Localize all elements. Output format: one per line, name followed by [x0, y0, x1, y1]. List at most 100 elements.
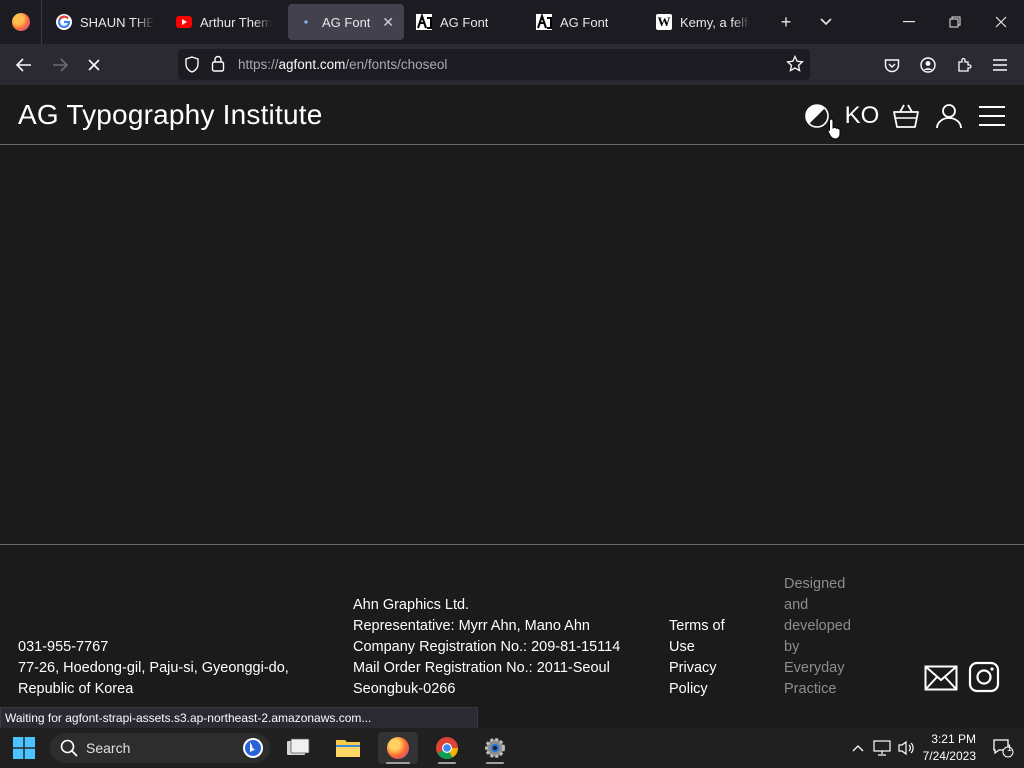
firefox-icon — [387, 737, 409, 759]
search-placeholder: Search — [86, 740, 131, 756]
tab-title: SHAUN THE SHEEP — [80, 14, 154, 30]
tab-arthur-theme[interactable]: Arthur Theme — [166, 4, 282, 40]
forward-arrow-icon[interactable] — [47, 52, 73, 78]
account-icon[interactable] — [915, 52, 941, 78]
cart-basket-icon[interactable] — [892, 101, 920, 131]
language-toggle[interactable]: KO — [845, 101, 880, 131]
url-host: agfont.com — [278, 57, 346, 72]
network-icon[interactable] — [872, 732, 892, 764]
lock-icon[interactable] — [211, 55, 225, 77]
site-menu-hamburger-icon[interactable] — [978, 101, 1006, 131]
stop-loading-icon[interactable] — [81, 52, 107, 78]
site-footer: 031-955-7767 77-26, Hoedong-gil, Paju-si… — [0, 544, 1024, 710]
tab-ag-font-2[interactable]: AG Font — [406, 4, 522, 40]
footer-phone: 031-955-7767 — [18, 639, 109, 655]
taskbar-search-box[interactable]: Search — [50, 733, 270, 763]
new-tab-plus-icon[interactable]: + — [774, 10, 798, 34]
terms-line2: Use — [669, 639, 695, 655]
credit-word: by — [784, 639, 800, 655]
terms-line1: Terms of — [669, 618, 725, 634]
close-window-icon[interactable] — [989, 10, 1013, 34]
footer-address-line2: Republic of Korea — [18, 681, 134, 697]
browser-status-text: Waiting for agfont-strapi-assets.s3.ap-n… — [0, 707, 478, 729]
privacy-line1: Privacy — [669, 660, 717, 676]
web-page: AG Typography Institute KO 031-955-7767 … — [0, 85, 1024, 710]
restore-icon[interactable] — [943, 10, 967, 34]
search-icon — [60, 739, 78, 760]
tab-ag-font-active[interactable]: AG Font ✕ — [288, 4, 404, 40]
chrome-taskbar-icon[interactable] — [430, 732, 464, 764]
instagram-icon[interactable] — [968, 661, 1000, 698]
wikipedia-icon: W — [656, 14, 672, 30]
settings-gear-icon[interactable] — [478, 732, 512, 764]
youtube-icon — [176, 14, 192, 30]
app-menu-hamburger-icon[interactable] — [987, 52, 1013, 78]
footer-credit-link[interactable]: Designed and developed by Everyday Pract… — [784, 574, 851, 700]
close-tab-icon[interactable]: ✕ — [382, 14, 394, 31]
loading-icon — [298, 14, 314, 30]
footer-company-name: Ahn Graphics Ltd. — [353, 597, 470, 613]
url-path: /en/fonts/choseol — [345, 57, 448, 72]
list-tabs-chevron-icon[interactable] — [814, 10, 838, 34]
running-app-indicator — [438, 762, 456, 764]
url-text[interactable]: https://agfont.com/en/fonts/choseol — [238, 57, 447, 72]
mouse-pointer-icon — [827, 118, 841, 145]
footer-representative: Representative: Myrr Ahn, Mano Ahn — [353, 618, 590, 634]
file-explorer-icon[interactable] — [332, 732, 364, 764]
email-envelope-icon[interactable] — [924, 665, 958, 696]
tab-shaun-the-sheep[interactable]: SHAUN THE SHEEP — [46, 4, 164, 40]
notification-center-icon[interactable]: 1 — [988, 732, 1018, 764]
footer-company-registration: Company Registration No.: 209-81-15114 — [353, 639, 621, 655]
user-account-icon[interactable] — [935, 101, 963, 131]
firefox-icon — [11, 13, 30, 31]
url-protocol: https:// — [238, 57, 279, 72]
firefox-menu-button[interactable] — [0, 0, 42, 44]
credit-word: and — [784, 597, 809, 613]
credit-word: Practice — [784, 681, 837, 697]
address-bar[interactable]: https://agfont.com/en/fonts/choseol — [178, 49, 810, 80]
browser-tab-strip: SHAUN THE SHEEP Arthur Theme AG Font ✕ A… — [0, 0, 1024, 44]
footer-mail-order-line2: Seongbuk-0266 — [353, 681, 456, 697]
ag-icon — [416, 14, 432, 30]
tab-title: AG Font — [440, 14, 489, 30]
footer-mail-order-line1: Mail Order Registration No.: 2011-Seoul — [353, 660, 610, 676]
start-windows-icon[interactable] — [8, 732, 40, 764]
tab-kemy-wikipedia[interactable]: W Kemy, a felfedező — [646, 4, 760, 40]
back-arrow-icon[interactable] — [11, 52, 37, 78]
firefox-taskbar-icon[interactable] — [378, 732, 418, 764]
notification-count-badge: 1 — [1007, 743, 1013, 753]
active-app-indicator — [386, 762, 410, 764]
pocket-icon[interactable] — [879, 52, 905, 78]
tab-title: Kemy, a felfedező — [680, 14, 750, 30]
extensions-icon[interactable] — [951, 52, 977, 78]
minimize-icon[interactable] — [897, 10, 921, 34]
footer-links: Terms of Use Privacy Policy — [669, 616, 725, 700]
tab-title: Arthur Theme — [200, 14, 272, 30]
tab-title: AG Font — [322, 14, 371, 30]
browser-nav-bar: https://agfont.com/en/fonts/choseol — [0, 44, 1024, 85]
tab-ag-font-3[interactable]: AG Font — [526, 4, 642, 40]
clock-date: 7/24/2023 — [922, 749, 976, 763]
credit-word: developed — [784, 618, 851, 634]
tab-title: AG Font — [560, 14, 609, 30]
task-view-icon[interactable] — [282, 732, 314, 764]
footer-contact: 031-955-7767 77-26, Hoedong-gil, Paju-si… — [18, 637, 289, 700]
windows-taskbar: Search 3:21 PM 7/24/2023 1 — [0, 728, 1024, 768]
credit-word: Everyday — [784, 660, 845, 676]
credit-word: Designed — [784, 576, 846, 592]
privacy-line2: Policy — [669, 681, 708, 697]
privacy-policy-link[interactable]: Privacy Policy — [669, 658, 725, 700]
bookmark-star-icon[interactable] — [786, 54, 804, 78]
site-title-link[interactable]: AG Typography Institute — [18, 99, 322, 131]
tracking-shield-icon[interactable] — [184, 56, 200, 78]
terms-of-use-link[interactable]: Terms of Use — [669, 616, 725, 658]
running-app-indicator — [486, 762, 504, 764]
volume-speaker-icon[interactable] — [896, 732, 916, 764]
site-header: AG Typography Institute KO — [0, 85, 1024, 145]
system-clock[interactable]: 3:21 PM 7/24/2023 — [923, 731, 976, 765]
show-hidden-icons-chevron-icon[interactable] — [848, 732, 868, 764]
clock-time: 3:21 PM — [931, 732, 976, 746]
footer-address-line1: 77-26, Hoedong-gil, Paju-si, Gyeonggi-do… — [18, 660, 289, 676]
footer-company: Ahn Graphics Ltd. Representative: Myrr A… — [353, 595, 620, 700]
bing-icon[interactable] — [242, 737, 264, 762]
